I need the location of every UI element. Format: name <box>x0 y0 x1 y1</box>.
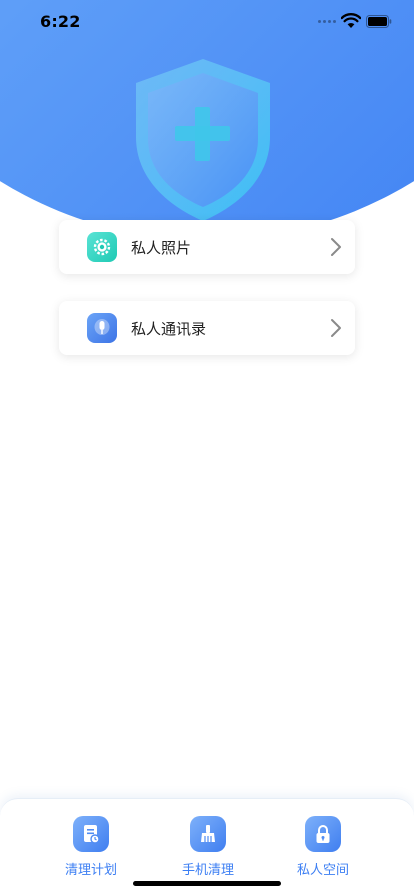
home-indicator <box>133 881 281 886</box>
screen: 6:22 私人照片 私人通讯录 清理计划 手机清理 私人空间 <box>0 0 414 896</box>
status-bar: 6:22 <box>0 0 414 44</box>
wifi-icon <box>341 13 361 28</box>
tab-private-space[interactable]: 私人空间 <box>283 816 363 878</box>
tab-label: 手机清理 <box>181 863 234 878</box>
chevron-right-icon <box>331 319 341 337</box>
menu-item-private-photos[interactable]: 私人照片 <box>59 220 355 274</box>
tab-cleanup-plan[interactable]: 清理计划 <box>51 816 131 878</box>
menu-item-private-contacts[interactable]: 私人通讯录 <box>59 301 355 355</box>
menu-item-label: 私人通讯录 <box>131 320 207 338</box>
tab-phone-cleanup[interactable]: 手机清理 <box>168 816 248 878</box>
shield-plus-icon <box>136 59 270 221</box>
status-time: 6:22 <box>40 12 81 31</box>
document-clock-icon <box>73 816 109 852</box>
menu-item-label: 私人照片 <box>131 239 192 257</box>
tab-label: 私人空间 <box>296 863 349 878</box>
lock-icon <box>305 816 341 852</box>
photo-gear-icon <box>87 232 117 262</box>
tab-label: 清理计划 <box>64 863 117 878</box>
brush-icon <box>190 816 226 852</box>
microphone-icon <box>87 313 117 343</box>
chevron-right-icon <box>331 238 341 256</box>
cellular-signal-icon <box>318 20 336 23</box>
battery-icon <box>366 15 392 28</box>
